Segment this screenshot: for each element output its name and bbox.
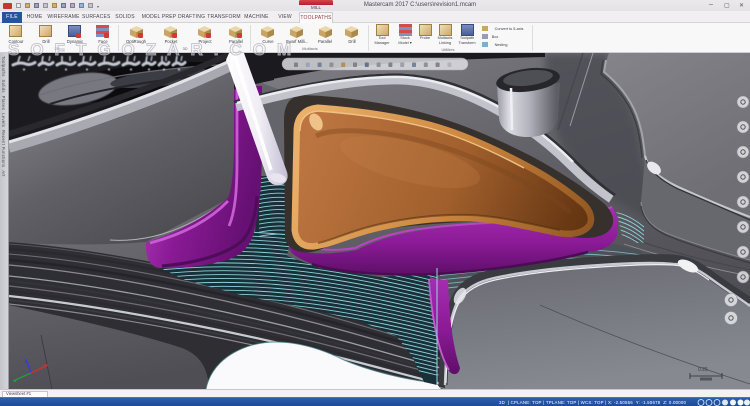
svg-text:0.25: 0.25 bbox=[698, 367, 708, 373]
